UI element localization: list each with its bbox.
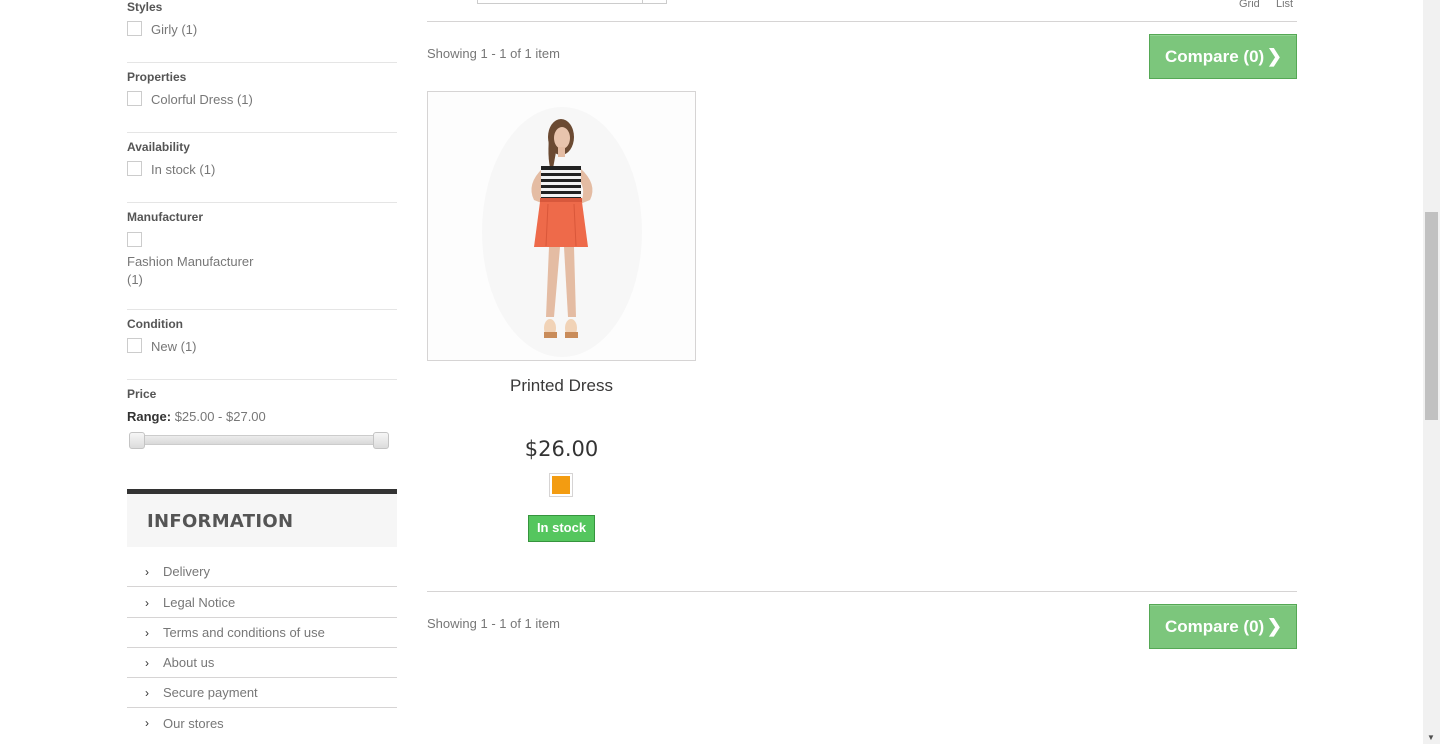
filter-availability: Availability In stock (1)	[127, 140, 397, 178]
chevron-right-icon: ›	[145, 685, 149, 700]
chevron-right-icon: ❯	[1266, 46, 1282, 66]
info-link-label[interactable]: About us	[163, 655, 214, 670]
price-range: Range: $25.00 - $27.00	[127, 409, 266, 424]
info-link-secure-payment[interactable]: › Secure payment	[127, 678, 397, 708]
info-link-terms[interactable]: › Terms and conditions of use	[127, 618, 397, 648]
filter-option-label[interactable]: Fashion Manufacturer (1)	[127, 253, 267, 289]
chevron-right-icon: ›	[145, 716, 149, 730]
divider	[127, 62, 397, 63]
page-scrollbar[interactable]: ▼	[1423, 0, 1440, 744]
price-slider-max-handle[interactable]	[373, 432, 389, 449]
price-range-value: $25.00 - $27.00	[174, 409, 266, 424]
filter-price: Price	[127, 387, 397, 401]
filter-title: Styles	[127, 0, 163, 14]
color-swatch[interactable]	[549, 473, 573, 497]
filter-option-label[interactable]: In stock (1)	[151, 162, 215, 178]
price-range-label: Range:	[127, 409, 172, 424]
divider	[127, 379, 397, 380]
chevron-right-icon: ›	[145, 595, 149, 610]
compare-label[interactable]: Compare (0)	[1165, 47, 1264, 67]
filter-condition: Condition New (1)	[127, 317, 397, 355]
select-arrow-icon[interactable]	[642, 0, 666, 3]
sort-select[interactable]	[477, 0, 667, 4]
information-header: INFORMATION	[127, 489, 397, 547]
filter-styles: Styles Girly (1)	[127, 0, 397, 38]
info-link-our-stores[interactable]: › Our stores	[127, 708, 397, 738]
product-price: $26.00	[524, 437, 599, 461]
chevron-right-icon: ›	[145, 625, 149, 640]
filter-option[interactable]: Girly (1)	[127, 21, 397, 38]
divider	[127, 202, 397, 203]
compare-label[interactable]: Compare (0)	[1165, 617, 1264, 637]
price-slider-min-handle[interactable]	[129, 432, 145, 449]
stock-badge: In stock	[528, 515, 595, 542]
filter-title: Price	[127, 387, 157, 401]
divider	[127, 309, 397, 310]
info-link-label[interactable]: Secure payment	[163, 685, 258, 700]
chevron-right-icon: ›	[145, 564, 149, 579]
chevron-right-icon: ❯	[1266, 616, 1282, 636]
filter-option-label[interactable]: Colorful Dress (1)	[151, 92, 253, 108]
info-link-about-us[interactable]: › About us	[127, 648, 397, 678]
filter-option[interactable]: In stock (1)	[127, 161, 397, 178]
chevron-right-icon: ›	[145, 655, 149, 670]
checkbox[interactable]	[127, 21, 142, 36]
compare-button[interactable]: Compare (0) ❯	[1149, 34, 1297, 79]
price-slider-track[interactable]	[131, 435, 389, 445]
filter-title: Condition	[127, 317, 183, 331]
info-link-delivery[interactable]: › Delivery	[127, 557, 397, 587]
filter-title: Availability	[127, 140, 190, 154]
filter-manufacturer: Manufacturer	[127, 210, 397, 224]
info-link-label[interactable]: Our stores	[163, 716, 224, 731]
filter-option-label[interactable]: Girly (1)	[151, 22, 197, 38]
info-link-legal-notice[interactable]: › Legal Notice	[127, 588, 397, 618]
view-grid-link[interactable]: Grid	[1239, 0, 1260, 10]
filter-option-label[interactable]: New (1)	[151, 339, 197, 355]
view-list-link[interactable]: List	[1276, 0, 1293, 10]
compare-button-bottom[interactable]: Compare (0) ❯	[1149, 604, 1297, 649]
filter-title: Manufacturer	[127, 210, 204, 224]
divider	[427, 591, 1297, 592]
filter-option[interactable]: Colorful Dress (1)	[127, 91, 397, 108]
divider	[427, 21, 1297, 22]
showing-count: Showing 1 - 1 of 1 item	[427, 46, 560, 61]
dress-photo	[428, 92, 695, 360]
product-image[interactable]	[427, 91, 696, 361]
checkbox[interactable]	[127, 338, 142, 353]
scrollbar-thumb[interactable]	[1425, 212, 1438, 420]
info-link-label[interactable]: Terms and conditions of use	[163, 625, 325, 640]
checkbox[interactable]	[127, 232, 142, 247]
scroll-down-arrow-icon[interactable]: ▼	[1427, 733, 1435, 742]
checkbox[interactable]	[127, 161, 142, 176]
info-link-label[interactable]: Legal Notice	[163, 595, 235, 610]
filter-title: Properties	[127, 70, 187, 84]
filter-properties: Properties Colorful Dress (1)	[127, 70, 397, 108]
product-name[interactable]: Printed Dress	[427, 376, 696, 396]
information-title: INFORMATION	[147, 511, 294, 532]
checkbox[interactable]	[127, 91, 142, 106]
showing-count-bottom: Showing 1 - 1 of 1 item	[427, 616, 560, 631]
divider	[127, 132, 397, 133]
info-link-label[interactable]: Delivery	[163, 564, 210, 579]
filter-option[interactable]: New (1)	[127, 338, 397, 355]
color-swatch-fill	[552, 476, 570, 494]
